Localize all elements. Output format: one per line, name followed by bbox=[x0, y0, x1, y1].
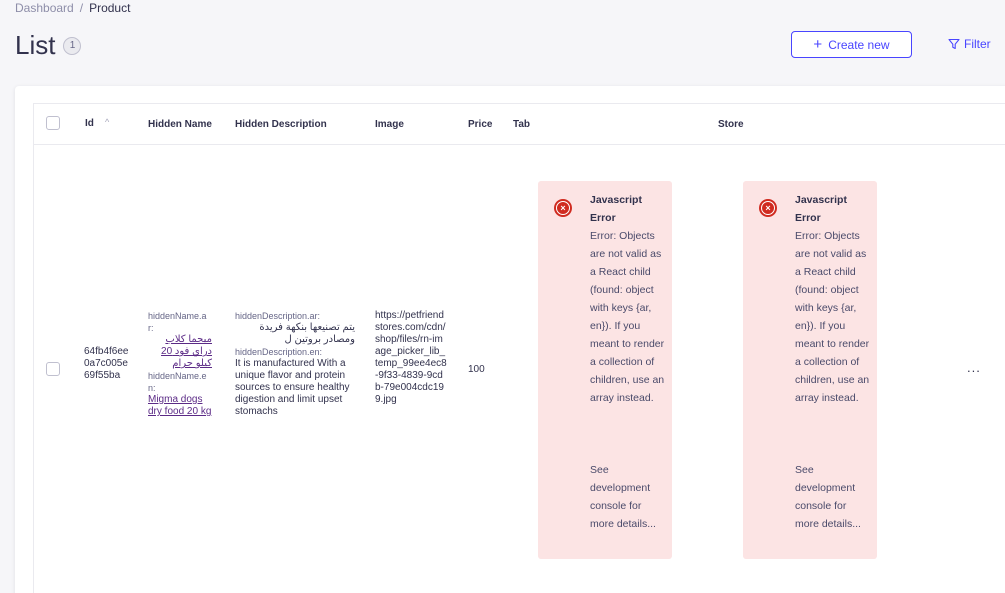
hidden-desc-en-label: hiddenDescription.en: bbox=[235, 347, 323, 357]
row-image-url: https://petfriendstores.com/cdn/shop/fil… bbox=[375, 310, 447, 405]
hidden-desc-ar-label: hiddenDescription.ar: bbox=[235, 311, 321, 321]
row-hidden-description: hiddenDescription.ar: يتم تصنيعها بنكهة … bbox=[235, 310, 355, 418]
column-header-image[interactable]: Image bbox=[375, 119, 404, 130]
error-more-details: See development console for more details… bbox=[590, 464, 656, 530]
row-price: 100 bbox=[468, 364, 485, 375]
column-header-hidden-description[interactable]: Hidden Description bbox=[235, 119, 327, 130]
hidden-name-en-label: hiddenName.en: bbox=[148, 371, 207, 393]
data-table: Id ^ Hidden Name Hidden Description Imag… bbox=[33, 103, 1005, 593]
breadcrumb-dashboard[interactable]: Dashboard bbox=[15, 1, 74, 15]
hidden-desc-en-value: It is manufactured With a unique flavor … bbox=[235, 358, 350, 417]
error-more-details: See development console for more details… bbox=[795, 464, 861, 530]
select-all-checkbox[interactable] bbox=[46, 116, 60, 130]
breadcrumb-product: Product bbox=[89, 1, 131, 15]
column-header-id[interactable]: Id bbox=[85, 118, 94, 129]
count-badge: 1 bbox=[63, 36, 82, 55]
tab-error-box: × Javascript Error Error: Objects are no… bbox=[538, 181, 672, 559]
error-title: Javascript Error bbox=[590, 194, 642, 224]
row-more-actions-icon[interactable]: ... bbox=[967, 360, 981, 375]
create-new-button[interactable]: + Create new bbox=[791, 31, 912, 58]
hidden-desc-ar-value: يتم تصنيعها بنكهة فريدة ومصادر بروتين ل bbox=[259, 322, 355, 345]
hidden-name-ar-label: hiddenName.ar: bbox=[148, 311, 207, 333]
create-new-label: Create new bbox=[828, 37, 890, 52]
filter-button[interactable]: Filter bbox=[948, 37, 991, 51]
error-title: Javascript Error bbox=[795, 194, 847, 224]
title-row: List 1 bbox=[15, 30, 82, 61]
row-hidden-name: hiddenName.ar: ميجما كلاب دراي فود 20 كي… bbox=[148, 310, 212, 418]
row-select-checkbox[interactable] bbox=[46, 362, 60, 376]
table-header: Id ^ Hidden Name Hidden Description Imag… bbox=[34, 104, 1005, 145]
filter-label: Filter bbox=[964, 37, 991, 51]
hidden-name-ar-link[interactable]: ميجما كلاب دراي فود 20 كيلو جرام bbox=[148, 334, 212, 370]
store-error-box: × Javascript Error Error: Objects are no… bbox=[743, 181, 877, 559]
column-header-store[interactable]: Store bbox=[718, 119, 744, 130]
list-card: Id ^ Hidden Name Hidden Description Imag… bbox=[15, 86, 1005, 593]
column-header-hidden-name[interactable]: Hidden Name bbox=[148, 119, 212, 130]
breadcrumb-separator: / bbox=[79, 1, 84, 15]
column-header-tab[interactable]: Tab bbox=[513, 119, 530, 130]
breadcrumb: Dashboard / Product bbox=[15, 1, 130, 15]
filter-icon bbox=[948, 38, 960, 50]
error-message: Error: Objects are not valid as a React … bbox=[795, 230, 870, 404]
plus-icon: + bbox=[813, 36, 823, 53]
row-id: 64fb4f6ee0a7c005e69f55ba bbox=[84, 346, 129, 381]
sort-asc-icon[interactable]: ^ bbox=[105, 117, 109, 127]
page-title: List bbox=[15, 30, 56, 60]
error-message: Error: Objects are not valid as a React … bbox=[590, 230, 665, 404]
error-circle-icon: × bbox=[554, 199, 572, 217]
column-header-price[interactable]: Price bbox=[468, 119, 492, 130]
hidden-name-en-link[interactable]: Migma dogs dry food 20 kg bbox=[148, 394, 212, 418]
error-circle-icon: × bbox=[759, 199, 777, 217]
